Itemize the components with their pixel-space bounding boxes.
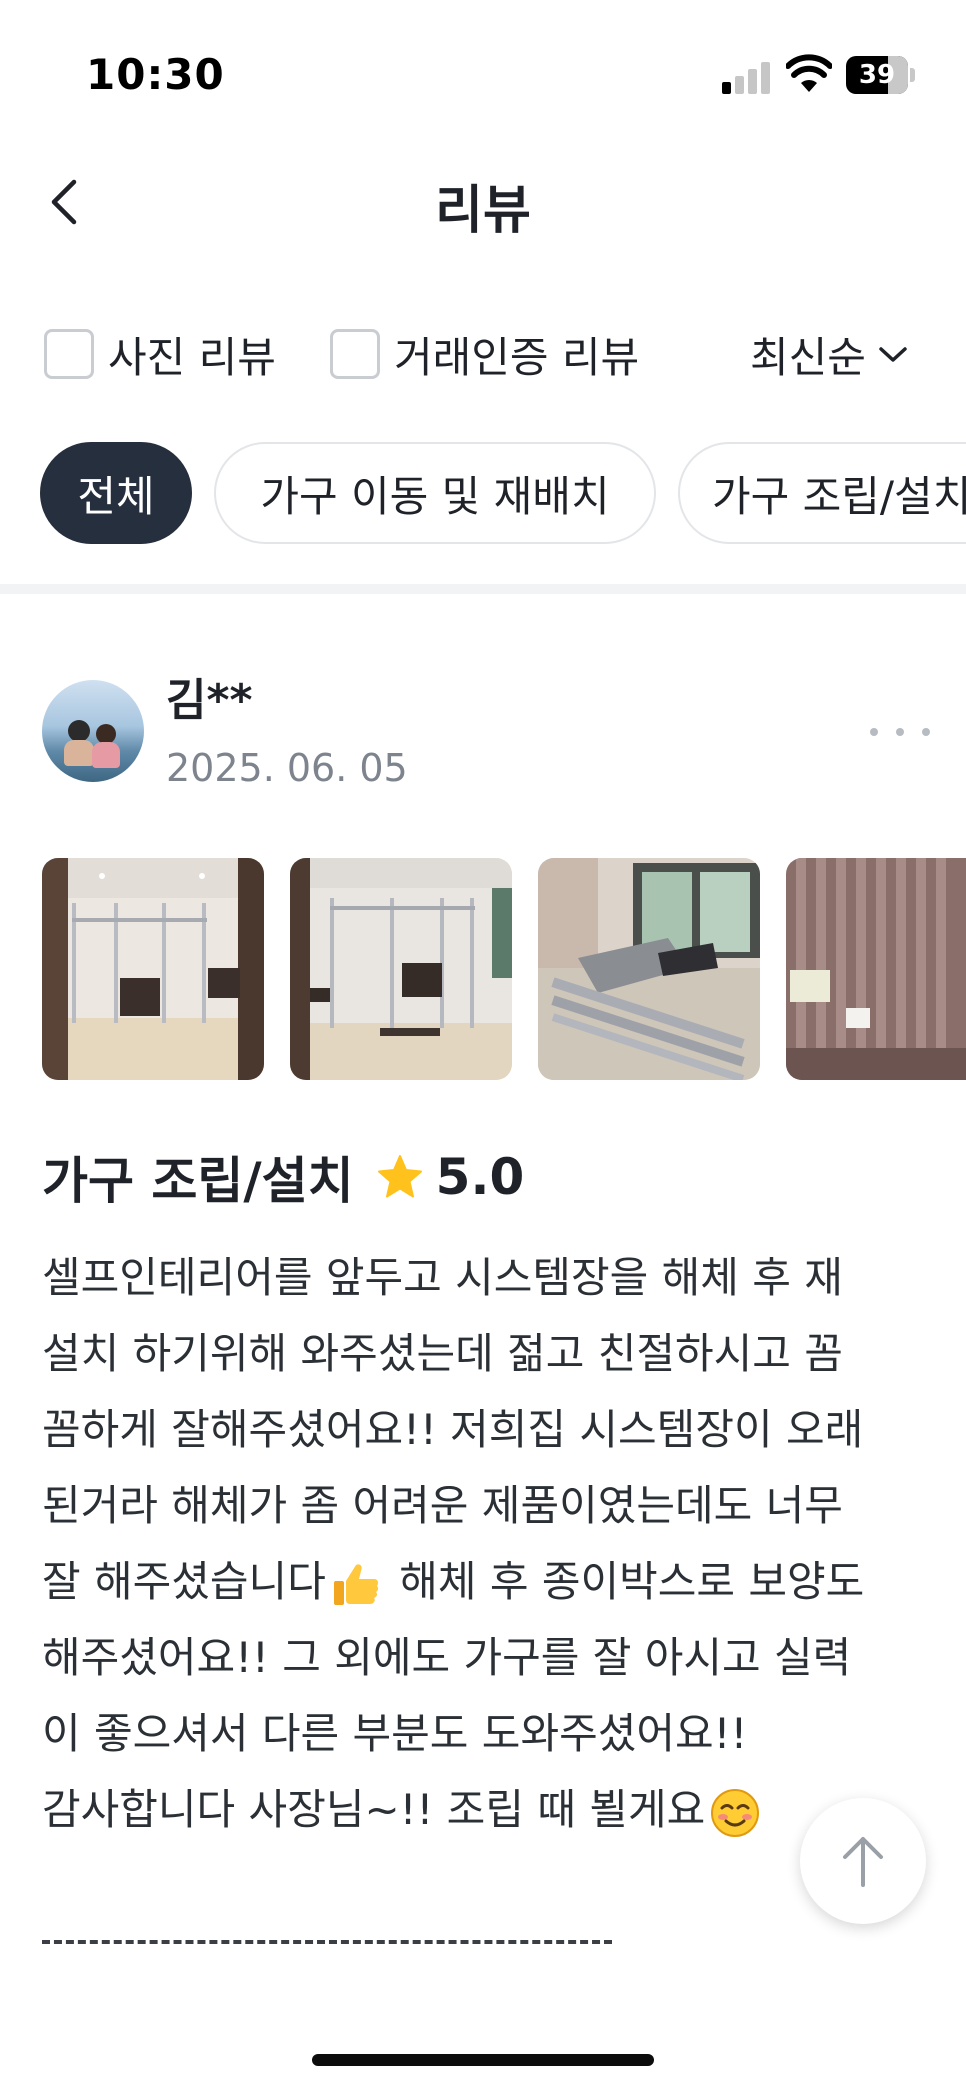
review-date: 2025. 06. 05 [166, 746, 408, 790]
review-line: 잘 해주셨습니다 해체 후 종이박스로 보양도 [42, 1544, 932, 1620]
review-line: 꼼하게 잘해주셨어요!! 저희집 시스템장이 오래 [42, 1405, 864, 1454]
review-line: 셀프인테리어를 앞두고 시스템장을 해체 후 재 [42, 1253, 843, 1302]
review-photo[interactable] [290, 858, 512, 1080]
battery-level: 39 [858, 60, 896, 90]
service-rating-row: 가구 조립/설치 5.0 [42, 1142, 524, 1212]
battery-icon: 39 [846, 56, 916, 94]
filter-bar: 사진 리뷰 거래인증 리뷰 최신순 [0, 310, 966, 390]
more-dot [922, 728, 930, 736]
status-bar: 10:30 39 [0, 0, 966, 150]
review-line: 된거라 해체가 좀 어려운 제품이였는데도 너무 [42, 1481, 843, 1530]
verified-review-label: 거래인증 리뷰 [394, 332, 640, 382]
review-line: 이 좋으셔서 다른 부분도 도와주셨어요!! [42, 1709, 748, 1758]
section-divider [0, 584, 966, 594]
review-text: 셀프인테리어를 앞두고 시스템장을 해체 후 재 설치 하기위해 와주셨는데 젊… [42, 1240, 932, 1848]
chip-all[interactable]: 전체 [40, 442, 192, 544]
sort-dropdown[interactable]: 최신순 [750, 326, 910, 382]
status-time: 10:30 [86, 50, 225, 99]
avatar[interactable] [42, 680, 144, 782]
more-dot [870, 728, 878, 736]
chevron-down-icon [879, 347, 907, 362]
home-indicator [312, 2054, 654, 2066]
review-line: 감사합니다 사장님~!! 조립 때 뵐게요 [42, 1772, 932, 1848]
review-line: 해주셨어요!! 그 외에도 가구를 잘 아시고 실력 [42, 1633, 852, 1682]
review-photo[interactable] [786, 858, 966, 1080]
review-photo[interactable] [42, 858, 264, 1080]
review-photos [0, 858, 966, 1082]
chip-furniture-move[interactable]: 가구 이동 및 재배치 [214, 442, 656, 544]
scroll-top-button[interactable] [800, 1798, 926, 1924]
cellular-signal-icon [722, 60, 772, 94]
more-options-button[interactable] [870, 712, 930, 752]
photo-review-checkbox[interactable] [44, 329, 94, 379]
arrow-up-icon [843, 1837, 883, 1887]
service-name: 가구 조립/설치 [42, 1152, 354, 1210]
reviewer-name: 김** [166, 675, 253, 726]
photo-review-filter[interactable]: 사진 리뷰 [44, 326, 276, 382]
verified-review-checkbox[interactable] [330, 329, 380, 379]
review-line-part: 잘 해주셨습니다 [42, 1557, 326, 1606]
thumbs-up-icon [333, 1563, 378, 1605]
rating-value: 5.0 [435, 1148, 525, 1206]
review-line: 설치 하기위해 와주셨는데 젊고 친절하시고 꼼 [42, 1329, 843, 1378]
header: 리뷰 [0, 150, 966, 260]
review-line-part: 감사합니다 사장님~!! 조립 때 뵐게요 [42, 1785, 706, 1834]
review-line-part: 해체 후 종이박스로 보양도 [385, 1557, 865, 1606]
smiling-face-icon [711, 1788, 760, 1837]
star-icon [377, 1155, 422, 1198]
photo-review-label: 사진 리뷰 [108, 332, 276, 382]
page-title: 리뷰 [435, 181, 531, 241]
chip-furniture-assembly[interactable]: 가구 조립/설치 [678, 442, 966, 544]
review-photo[interactable] [538, 858, 760, 1080]
sort-label: 최신순 [750, 332, 866, 382]
wifi-icon [786, 54, 832, 92]
review-page: 10:30 39 리뷰 사진 리뷰 거래인증 리뷰 최신순 전체 가구 이동 및… [0, 0, 966, 2092]
more-dot [896, 728, 904, 736]
review-separator [42, 1940, 612, 1944]
category-chips: 전체 가구 이동 및 재배치 가구 조립/설치 [0, 440, 966, 546]
verified-review-filter[interactable]: 거래인증 리뷰 [330, 326, 639, 382]
